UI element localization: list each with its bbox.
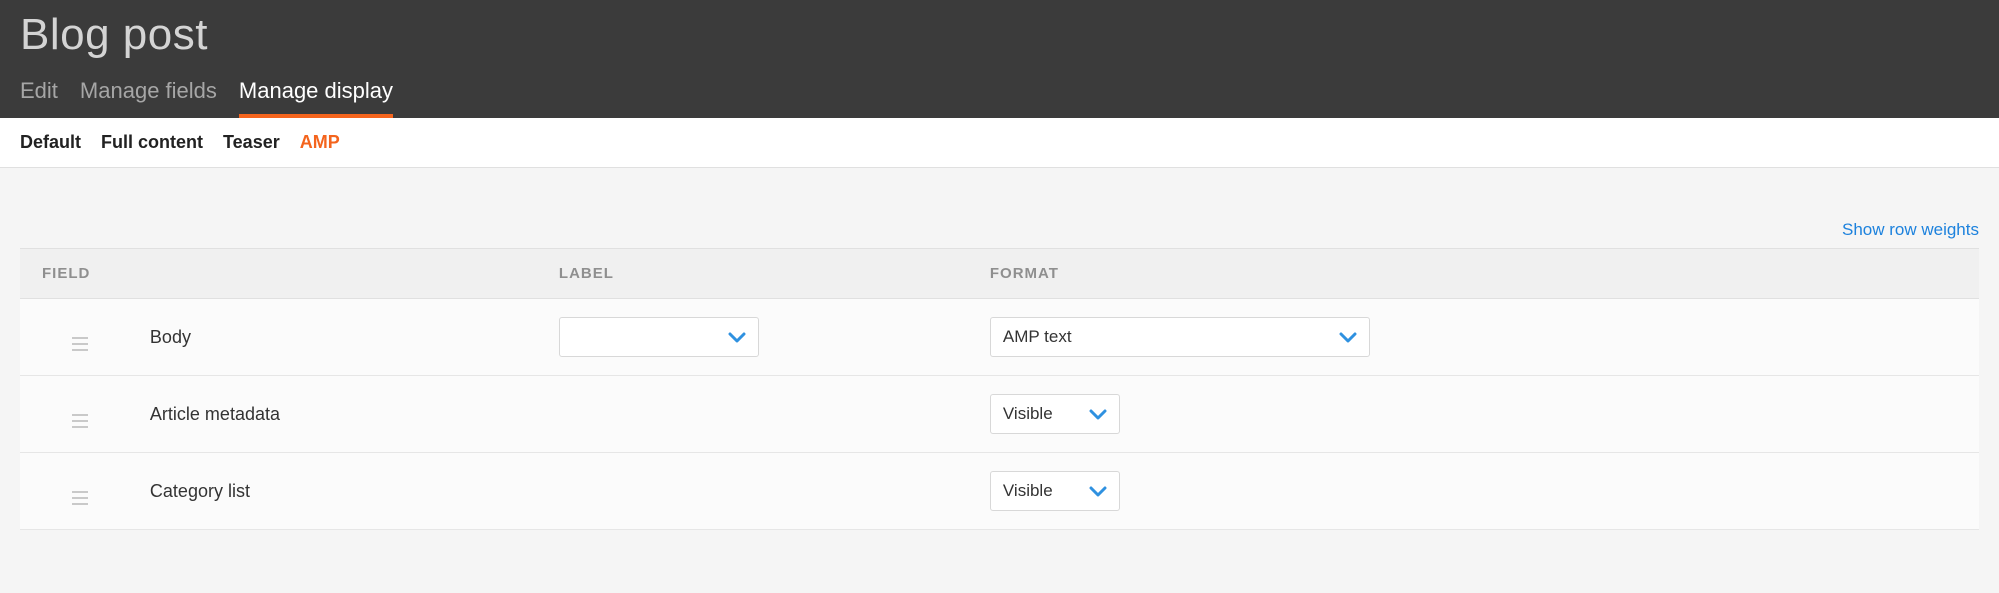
label-cell bbox=[549, 299, 980, 376]
secondary-tab[interactable]: Teaser bbox=[223, 132, 280, 153]
format-select[interactable]: Visible bbox=[990, 394, 1120, 434]
drag-handle-icon[interactable] bbox=[72, 491, 88, 505]
field-name-cell: Article metadata bbox=[140, 376, 549, 453]
column-header-format: FORMAT bbox=[980, 249, 1979, 299]
drag-cell bbox=[20, 453, 140, 530]
table-row: Category list Visible bbox=[20, 453, 1979, 530]
primary-tab[interactable]: Manage fields bbox=[80, 70, 217, 118]
drag-cell bbox=[20, 376, 140, 453]
format-cell: Visible bbox=[980, 453, 1979, 530]
label-cell bbox=[549, 376, 980, 453]
format-cell: AMP text bbox=[980, 299, 1979, 376]
secondary-tabs: Default Full content Teaser AMP bbox=[0, 118, 1999, 168]
page-title: Blog post bbox=[20, 0, 1979, 66]
chevron-down-icon bbox=[1089, 408, 1107, 420]
format-select-value: AMP text bbox=[1003, 327, 1072, 347]
secondary-tab[interactable]: AMP bbox=[300, 132, 340, 153]
page-header: Blog post Edit Manage fields Manage displa… bbox=[0, 0, 1999, 118]
chevron-down-icon bbox=[1089, 485, 1107, 497]
format-select-value: Visible bbox=[1003, 404, 1053, 424]
field-name-cell: Category list bbox=[140, 453, 549, 530]
secondary-tab[interactable]: Default bbox=[20, 132, 81, 153]
chevron-down-icon bbox=[728, 331, 746, 343]
label-select[interactable] bbox=[559, 317, 759, 357]
field-name-cell: Body bbox=[140, 299, 549, 376]
format-select[interactable]: Visible bbox=[990, 471, 1120, 511]
primary-tab[interactable]: Manage display bbox=[239, 70, 393, 118]
row-weights-wrapper: Show row weights bbox=[20, 220, 1979, 248]
format-select-value: Visible bbox=[1003, 481, 1053, 501]
format-select[interactable]: AMP text bbox=[990, 317, 1370, 357]
format-cell: Visible bbox=[980, 376, 1979, 453]
table-header-row: FIELD LABEL FORMAT bbox=[20, 249, 1979, 299]
display-fields-table: FIELD LABEL FORMAT Body AMP text Article m… bbox=[20, 248, 1979, 530]
secondary-tab[interactable]: Full content bbox=[101, 132, 203, 153]
drag-handle-icon[interactable] bbox=[72, 337, 88, 351]
column-header-field: FIELD bbox=[20, 249, 549, 299]
table-row: Body AMP text bbox=[20, 299, 1979, 376]
table-row: Article metadata Visible bbox=[20, 376, 1979, 453]
drag-cell bbox=[20, 299, 140, 376]
label-cell bbox=[549, 453, 980, 530]
drag-handle-icon[interactable] bbox=[72, 414, 88, 428]
primary-tab[interactable]: Edit bbox=[20, 70, 58, 118]
column-header-label: LABEL bbox=[549, 249, 980, 299]
content-region: Show row weights FIELD LABEL FORMAT Body… bbox=[0, 168, 1999, 530]
primary-tabs: Edit Manage fields Manage display bbox=[20, 66, 1979, 118]
show-row-weights-link[interactable]: Show row weights bbox=[1842, 220, 1979, 239]
chevron-down-icon bbox=[1339, 331, 1357, 343]
